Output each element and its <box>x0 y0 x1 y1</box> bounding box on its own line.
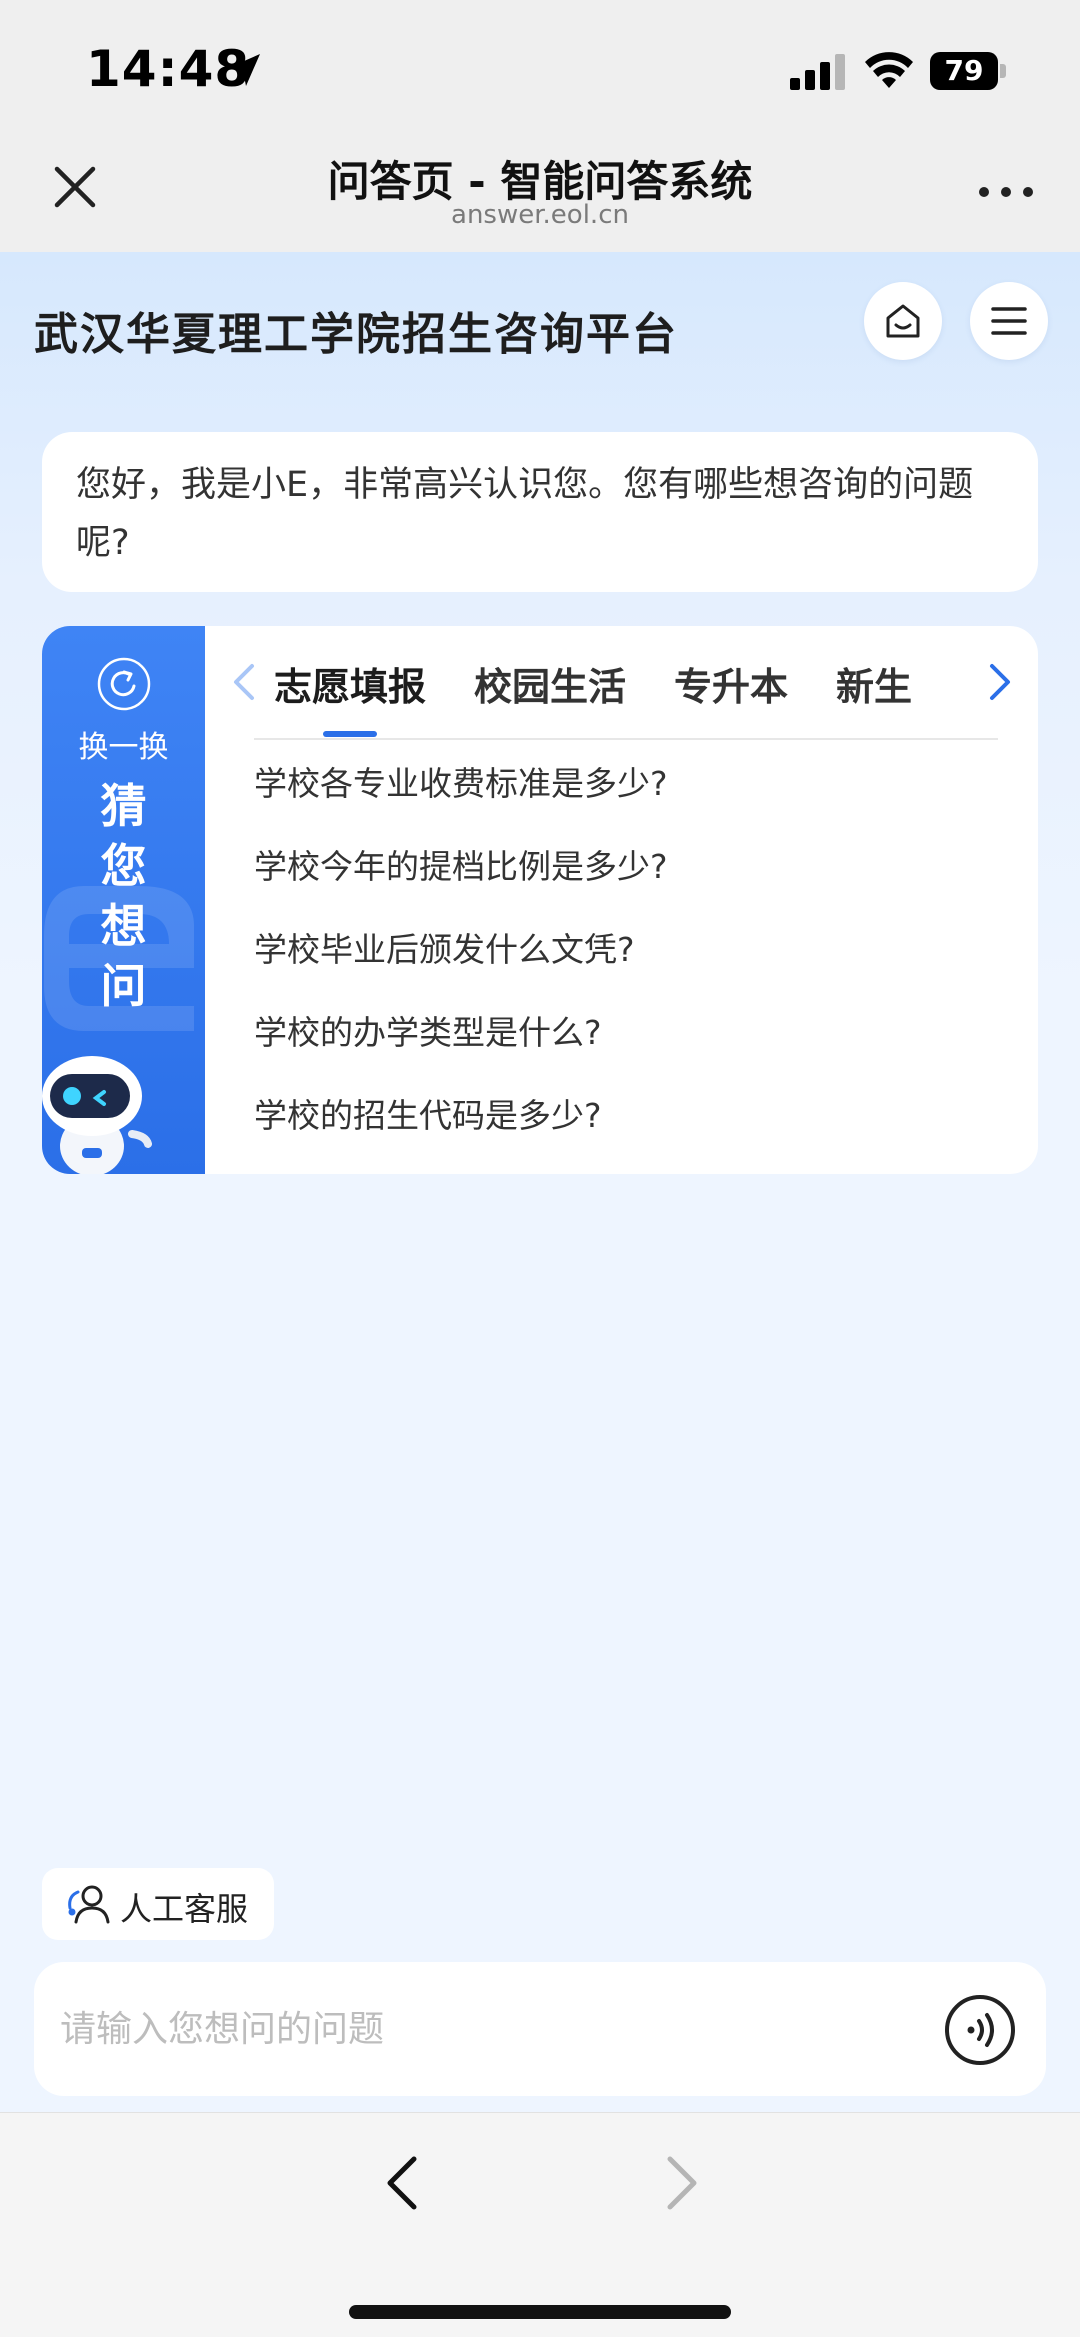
tab-category[interactable]: 志愿填报 <box>274 626 426 738</box>
suggestion-card: 换一换 猜 您 想 问 志愿填报 校园生活 专升本 新生 学校各专业收费标准是多… <box>42 626 1038 1174</box>
question-item[interactable]: 学校毕业后颁发什么文凭? <box>254 920 1014 1003</box>
guess-title-char: 猜 <box>100 779 147 833</box>
page-url: answer.eol.cn <box>451 200 629 230</box>
more-icon[interactable] <box>976 180 1036 204</box>
refresh-button[interactable]: 换一换 <box>42 722 205 766</box>
question-item[interactable]: 学校的办学类型是什么? <box>254 1003 1014 1086</box>
robot-mascot-icon <box>42 1056 152 1174</box>
status-bar: 14:48 79 <box>0 0 1080 130</box>
tab-category[interactable]: 校园生活 <box>474 626 626 738</box>
menu-icon <box>991 307 1027 335</box>
back-arrow-icon[interactable] <box>380 2153 424 2213</box>
question-input-box <box>34 1962 1046 2096</box>
guess-title-char: 想 <box>100 899 147 953</box>
home-icon <box>886 304 920 338</box>
platform-title: 武汉华夏理工学院招生咨询平台 <box>34 309 678 360</box>
question-item[interactable]: 学校今年的提档比例是多少? <box>254 837 1014 920</box>
chat-content: 武汉华夏理工学院招生咨询平台 您好，我是小E，非常高兴认识您。您有哪些想咨询的问… <box>0 252 1080 2112</box>
suggestion-side-panel: 换一换 猜 您 想 问 <box>42 626 205 1174</box>
question-item[interactable]: 学校的招生代码是多少? <box>254 1086 1014 1169</box>
guess-title-char: 问 <box>100 959 147 1013</box>
greeting-message: 您好，我是小E，非常高兴认识您。您有哪些想咨询的问题呢? <box>42 432 1038 592</box>
customer-service-icon <box>68 1885 110 1924</box>
location-arrow-icon <box>228 54 260 86</box>
signal-icon <box>790 54 845 90</box>
wifi-icon <box>865 52 913 88</box>
guess-title: 猜 您 想 问 <box>42 776 205 1016</box>
battery-level: 79 <box>944 54 984 87</box>
refresh-icon[interactable] <box>96 656 152 712</box>
forward-arrow-icon[interactable] <box>660 2153 704 2213</box>
browser-header: 问答页 - 智能问答系统 answer.eol.cn <box>0 130 1080 252</box>
tab-category[interactable]: 专升本 <box>674 626 788 738</box>
browser-bottom-nav <box>0 2112 1080 2337</box>
chevron-left-icon[interactable] <box>226 660 262 704</box>
menu-button[interactable] <box>970 282 1048 360</box>
battery-icon: 79 <box>930 52 1006 90</box>
home-button[interactable] <box>864 282 942 360</box>
category-tabs: 志愿填报 校园生活 专升本 新生 <box>274 626 974 738</box>
question-item[interactable]: 学校各专业收费标准是多少? <box>254 754 1014 837</box>
human-service-button[interactable]: 人工客服 <box>42 1868 274 1940</box>
question-list: 学校各专业收费标准是多少? 学校今年的提档比例是多少? 学校毕业后颁发什么文凭?… <box>254 754 1014 1169</box>
tab-divider <box>254 738 998 740</box>
home-indicator <box>349 2305 731 2319</box>
tab-category[interactable]: 新生 <box>836 626 912 738</box>
chevron-right-icon[interactable] <box>982 660 1018 704</box>
voice-icon[interactable] <box>944 1994 1016 2066</box>
guess-title-char: 您 <box>100 839 147 893</box>
human-service-label: 人工客服 <box>120 1890 249 1928</box>
question-input[interactable] <box>60 1992 920 2066</box>
